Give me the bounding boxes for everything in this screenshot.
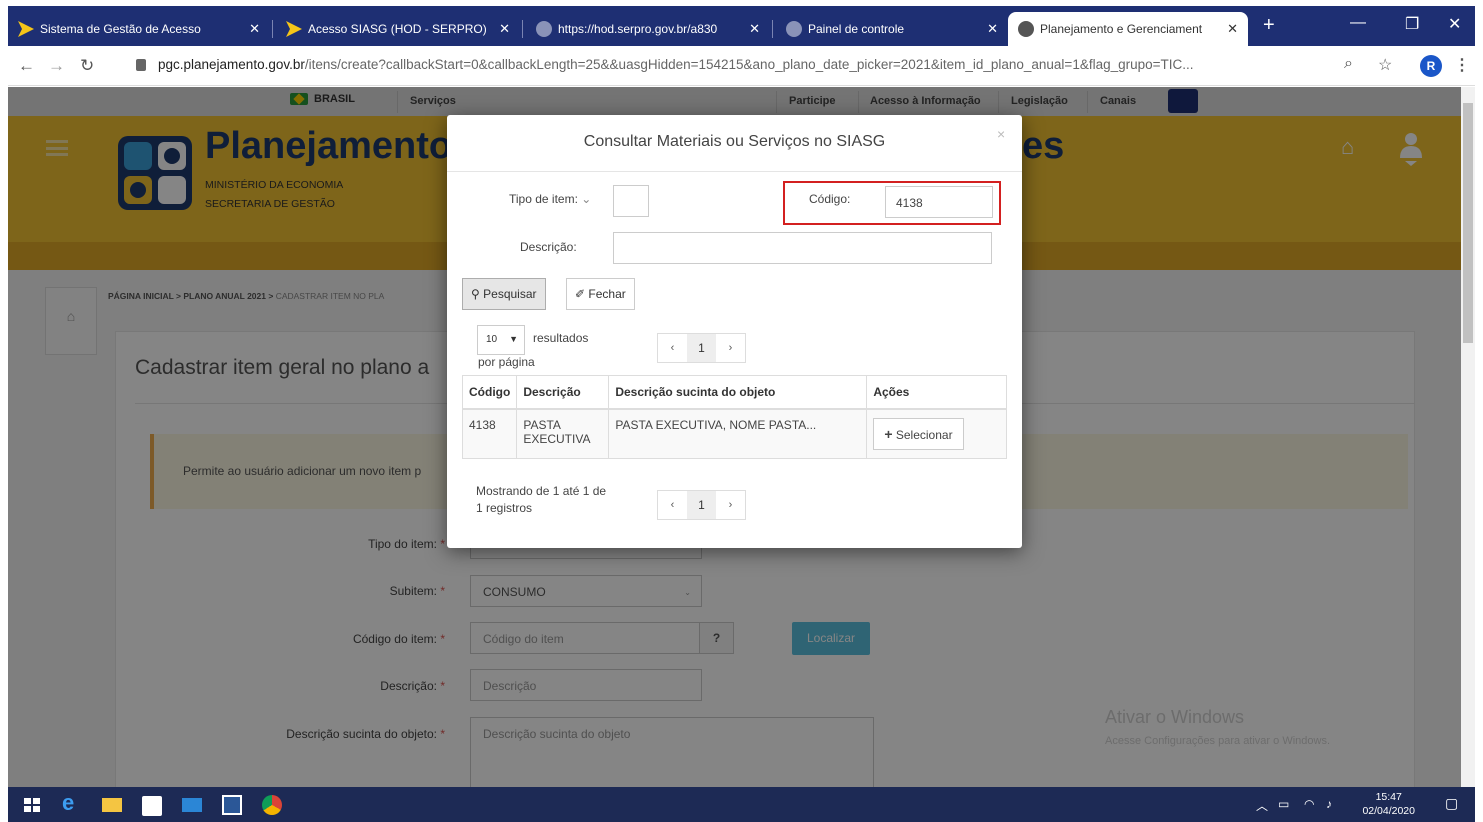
registros-text: 1 registros: [476, 501, 533, 515]
forward-arrow-icon[interactable]: →: [48, 56, 65, 76]
url-path: /itens/create?callbackStart=0&callbackLe…: [304, 57, 1194, 72]
globe-icon: [1018, 21, 1034, 37]
mostrando-text: Mostrando de 1 até 1 de: [476, 484, 607, 498]
prev-page-button[interactable]: ‹: [658, 334, 687, 362]
codigo-input[interactable]: 4138: [885, 186, 993, 218]
table-row: 4138 PASTA EXECUTIVA PASTA EXECUTIVA, NO…: [461, 409, 1007, 459]
store-icon[interactable]: [142, 796, 162, 816]
tab-close-icon[interactable]: ✕: [249, 21, 260, 37]
chrome-icon[interactable]: [262, 795, 282, 815]
browser-tab[interactable]: https://hod.serpro.gov.br/a830 ✕: [526, 12, 770, 46]
cell-descricao: PASTA EXECUTIVA: [516, 409, 610, 459]
mail-icon[interactable]: [182, 798, 202, 812]
tipo-item-select[interactable]: [613, 185, 649, 217]
results-table: Código Descrição Descrição sucinta do ob…: [461, 375, 1007, 459]
codigo-label: Código:: [809, 192, 851, 206]
globe-icon: [786, 21, 802, 37]
network-icon[interactable]: ▭: [1278, 797, 1289, 811]
per-page-select[interactable]: 10 ▼: [477, 325, 525, 355]
resultados-label: resultados: [533, 331, 589, 345]
siasg-favicon-icon: [286, 21, 302, 37]
page-1-button[interactable]: 1: [687, 491, 716, 519]
scrollbar-thumb[interactable]: [1463, 103, 1473, 343]
browser-tab-strip: Sistema de Gestão de Acesso ✕ Acesso SIA…: [0, 0, 1483, 46]
search-icon: ⚲: [471, 287, 480, 301]
minimize-icon[interactable]: —: [1350, 14, 1366, 32]
browser-tab[interactable]: Painel de controle ✕: [776, 12, 1008, 46]
page-scrollbar[interactable]: [1461, 87, 1475, 787]
bookmark-star-icon[interactable]: ☆: [1378, 55, 1392, 75]
volume-icon[interactable]: ♪: [1326, 797, 1332, 811]
col-descricao: Descrição: [516, 375, 610, 410]
tab-title: Acesso SIASG (HOD - SERPRO): [308, 22, 487, 36]
clock[interactable]: 15:47 02/04/2020: [1362, 790, 1415, 818]
browser-tab[interactable]: Sistema de Gestão de Acesso ✕: [8, 12, 270, 46]
por-pagina-label: por página: [478, 355, 535, 369]
plus-icon: +: [884, 426, 893, 442]
reload-icon[interactable]: ↻: [80, 56, 94, 76]
page-1-button[interactable]: 1: [687, 334, 716, 362]
selecionar-button[interactable]: + Selecionar: [873, 418, 964, 450]
browser-tab-active[interactable]: Planejamento e Gerenciament ✕: [1008, 12, 1248, 46]
windows-start-icon[interactable]: [22, 795, 42, 815]
descricao-label: Descrição:: [520, 240, 577, 254]
caret-down-icon: ▼: [509, 334, 518, 344]
pagination-bottom: ‹ 1 ›: [657, 490, 746, 520]
wifi-icon[interactable]: ◠: [1304, 797, 1314, 811]
prev-page-button[interactable]: ‹: [658, 491, 687, 519]
pesquisar-button[interactable]: ⚲ Pesquisar: [462, 278, 546, 310]
next-page-button[interactable]: ›: [716, 334, 745, 362]
tab-title: Planejamento e Gerenciament: [1040, 22, 1203, 36]
tab-close-icon[interactable]: ✕: [499, 21, 510, 37]
windows-taskbar: e ︿ ▭ ◠ ♪ 15:47 02/04/2020 ▢: [0, 787, 1483, 822]
url-field[interactable]: pgc.planejamento.gov.br/itens/create?cal…: [158, 57, 1194, 72]
col-codigo: Código: [461, 375, 518, 410]
siasg-search-modal: Consultar Materiais ou Serviços no SIASG…: [447, 115, 1022, 548]
window-close-icon[interactable]: ✕: [1448, 14, 1461, 34]
edge-icon[interactable]: e: [62, 790, 82, 815]
siasg-favicon-icon: [18, 21, 34, 37]
tipo-item-label: Tipo de item: ⌄: [509, 192, 592, 206]
lock-icon: [136, 59, 146, 71]
col-acoes: Ações: [866, 375, 1007, 410]
new-tab-button[interactable]: +: [1263, 14, 1275, 37]
menu-dots-icon[interactable]: ⋮: [1454, 55, 1470, 75]
fechar-button[interactable]: ✐ Fechar: [566, 278, 635, 310]
cell-codigo: 4138: [461, 409, 518, 459]
tab-close-icon[interactable]: ✕: [749, 21, 760, 37]
col-descricao-sucinta: Descrição sucinta do objeto: [608, 375, 868, 410]
cell-descricao-sucinta: PASTA EXECUTIVA, NOME PASTA...: [608, 409, 868, 459]
zoom-icon[interactable]: ⌕: [1344, 55, 1353, 73]
back-arrow-icon[interactable]: ←: [18, 56, 35, 76]
browser-tab[interactable]: Acesso SIASG (HOD - SERPRO) ✕: [276, 12, 520, 46]
page-viewport: BRASIL Serviços Participe Acesso à Infor…: [8, 87, 1461, 787]
tab-title: Painel de controle: [808, 22, 905, 36]
next-page-button[interactable]: ›: [716, 491, 745, 519]
profile-avatar[interactable]: R: [1420, 55, 1442, 77]
address-bar: ← → ↻ pgc.planejamento.gov.br/itens/crea…: [8, 46, 1475, 86]
tab-title: Sistema de Gestão de Acesso: [40, 22, 201, 36]
descricao-input[interactable]: [613, 232, 992, 264]
modal-close-icon[interactable]: ×: [997, 126, 1005, 142]
tray-chevron-icon[interactable]: ︿: [1256, 797, 1268, 814]
tab-close-icon[interactable]: ✕: [987, 21, 998, 37]
globe-icon: [536, 21, 552, 37]
notifications-icon[interactable]: ▢: [1445, 795, 1458, 812]
modal-title: Consultar Materiais ou Serviços no SIASG: [583, 133, 886, 150]
pagination-top: ‹ 1 ›: [657, 333, 746, 363]
eraser-icon: ✐: [575, 287, 586, 301]
url-host: pgc.planejamento.gov.br: [158, 57, 305, 72]
file-explorer-icon[interactable]: [102, 798, 122, 812]
tab-close-icon[interactable]: ✕: [1227, 21, 1238, 37]
tab-title: https://hod.serpro.gov.br/a830: [558, 22, 718, 36]
restore-icon[interactable]: ❐: [1405, 14, 1419, 34]
word-icon[interactable]: [222, 795, 242, 815]
